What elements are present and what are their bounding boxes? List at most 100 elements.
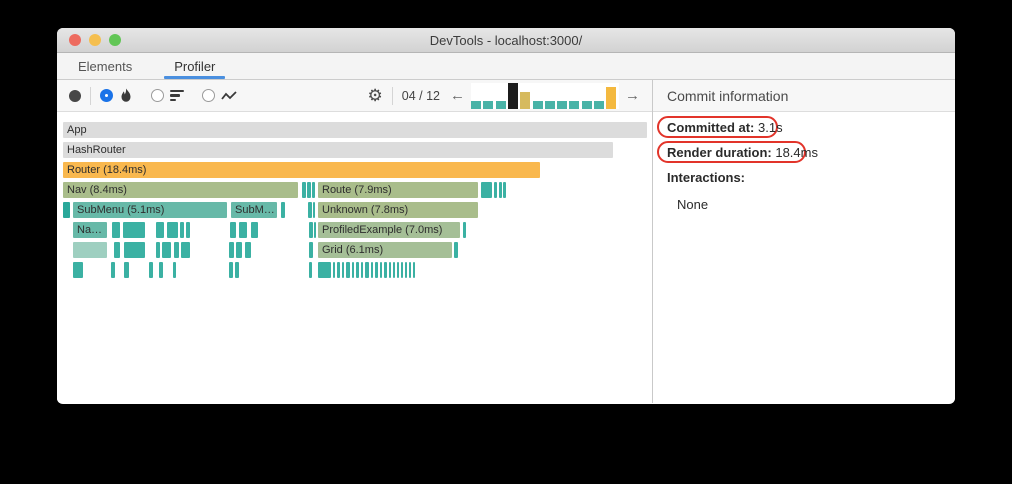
commit-selector-chart[interactable] — [471, 82, 619, 109]
zoom-window-button[interactable] — [109, 34, 121, 46]
flame-bar[interactable] — [181, 242, 190, 258]
commit-bar[interactable] — [495, 100, 506, 109]
flame-bar[interactable] — [73, 262, 83, 278]
flame-bar[interactable]: HashRouter — [63, 142, 613, 158]
flame-bar[interactable] — [124, 262, 129, 278]
flame-bar[interactable]: SubMenu (5.1ms) — [73, 202, 227, 218]
flame-bar[interactable] — [162, 242, 171, 258]
flame-bar[interactable] — [371, 262, 373, 278]
next-commit-button[interactable]: → — [621, 88, 644, 103]
interactions-radio[interactable] — [202, 89, 238, 102]
flame-bar[interactable] — [251, 222, 258, 238]
flame-bar[interactable] — [173, 262, 176, 278]
flame-bar[interactable] — [174, 242, 179, 258]
flame-bar[interactable] — [401, 262, 403, 278]
flame-bar[interactable] — [123, 222, 145, 238]
flame-bar[interactable] — [314, 222, 316, 238]
flame-bar[interactable] — [245, 242, 251, 258]
flame-bar[interactable] — [463, 222, 466, 238]
flame-bar[interactable] — [307, 182, 311, 198]
previous-commit-button[interactable]: ← — [446, 88, 469, 103]
flame-bar[interactable] — [309, 222, 313, 238]
flame-bar[interactable]: Router (18.4ms) — [63, 162, 540, 178]
flame-bar[interactable]: Nav (8.4ms) — [63, 182, 298, 198]
flame-bar[interactable] — [159, 262, 163, 278]
commit-bar[interactable] — [594, 100, 604, 109]
flame-bar[interactable] — [318, 262, 331, 278]
commit-bar[interactable] — [569, 100, 580, 109]
flame-bar[interactable] — [73, 242, 107, 258]
flame-bar[interactable] — [309, 242, 313, 258]
flame-bar[interactable] — [375, 262, 378, 278]
flame-bar[interactable] — [156, 242, 160, 258]
flame-bar[interactable]: Grid (6.1ms) — [318, 242, 452, 258]
flame-bar[interactable] — [346, 262, 350, 278]
settings-gear-icon[interactable]: ⚙ — [368, 87, 383, 104]
flame-bar[interactable] — [337, 262, 340, 278]
flame-bar[interactable] — [405, 262, 407, 278]
flame-bar[interactable]: SubM… — [231, 202, 277, 218]
flame-bar[interactable] — [413, 262, 415, 278]
flame-bar[interactable] — [499, 182, 502, 198]
flame-bar[interactable] — [235, 262, 239, 278]
commit-bar[interactable] — [544, 100, 555, 109]
flame-bar[interactable] — [186, 222, 190, 238]
record-button[interactable] — [69, 89, 81, 102]
commit-bar[interactable] — [471, 100, 481, 109]
flame-bar[interactable] — [389, 262, 391, 278]
flame-bar[interactable] — [356, 262, 359, 278]
flame-bar[interactable] — [333, 262, 335, 278]
flame-bar[interactable] — [503, 182, 506, 198]
flame-bar[interactable] — [180, 222, 184, 238]
flame-bar[interactable] — [63, 202, 70, 218]
flame-bar[interactable] — [112, 222, 120, 238]
flame-bar[interactable] — [281, 202, 285, 218]
flame-bar[interactable] — [409, 262, 411, 278]
flame-bar[interactable] — [361, 262, 363, 278]
flame-bar[interactable] — [494, 182, 497, 198]
flame-bar[interactable] — [454, 242, 458, 258]
flame-bar[interactable] — [239, 222, 247, 238]
flame-bar[interactable] — [308, 202, 312, 218]
tab-profiler[interactable]: Profiler — [164, 53, 226, 79]
commit-bar[interactable] — [520, 91, 531, 109]
flame-bar[interactable] — [393, 262, 395, 278]
tab-elements[interactable]: Elements — [72, 53, 138, 79]
commit-bar[interactable] — [532, 100, 543, 109]
commit-bar[interactable] — [581, 100, 592, 109]
flame-bar[interactable] — [229, 262, 233, 278]
ranked-chart-radio[interactable] — [151, 89, 184, 102]
flame-chart-radio[interactable] — [100, 88, 133, 103]
flame-bar[interactable] — [302, 182, 306, 198]
flame-bar[interactable] — [481, 182, 492, 198]
commit-bar[interactable] — [557, 100, 568, 109]
flame-bar[interactable] — [167, 222, 178, 238]
flame-bar[interactable]: App — [63, 122, 647, 138]
flame-bar[interactable] — [156, 222, 164, 238]
minimize-window-button[interactable] — [89, 34, 101, 46]
flame-bar[interactable] — [229, 242, 234, 258]
flame-bar[interactable] — [365, 262, 369, 278]
flame-bar[interactable]: Na… — [73, 222, 107, 238]
flame-bar[interactable] — [384, 262, 387, 278]
flame-bar[interactable] — [124, 242, 145, 258]
flame-bar[interactable] — [114, 242, 120, 258]
flame-bar[interactable] — [111, 262, 115, 278]
flame-bar[interactable] — [230, 222, 236, 238]
flame-bar[interactable] — [352, 262, 354, 278]
commit-bar[interactable] — [483, 100, 494, 109]
close-window-button[interactable] — [69, 34, 81, 46]
flame-bar[interactable] — [380, 262, 382, 278]
flame-bar[interactable] — [236, 242, 242, 258]
flame-bar[interactable] — [312, 182, 315, 198]
flame-bar[interactable]: Unknown (7.8ms) — [318, 202, 478, 218]
flame-bar[interactable] — [309, 262, 312, 278]
flame-bar[interactable]: ProfiledExample (7.0ms) — [318, 222, 460, 238]
flame-bar[interactable] — [397, 262, 399, 278]
flame-bar[interactable] — [342, 262, 344, 278]
commit-bar[interactable] — [507, 82, 518, 109]
flame-bar[interactable]: Route (7.9ms) — [318, 182, 478, 198]
flame-bar[interactable] — [313, 202, 315, 218]
flame-bar[interactable] — [149, 262, 153, 278]
commit-bar[interactable] — [606, 86, 617, 109]
